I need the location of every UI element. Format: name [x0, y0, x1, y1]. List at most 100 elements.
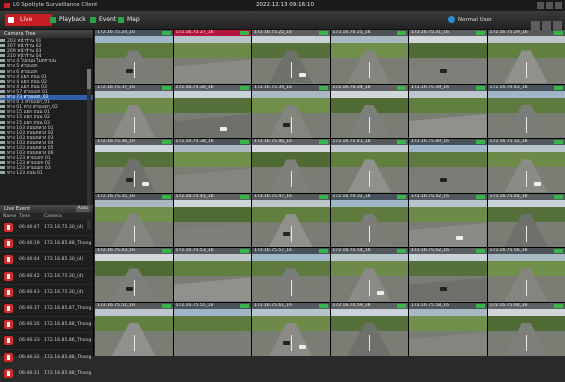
event-row[interactable]: 06:46:44172.16.85.30_(4)	[0, 252, 93, 268]
status-icon	[397, 86, 406, 90]
playback-icon	[50, 17, 56, 23]
event-camera: 172.16.85.88_Thong	[44, 236, 91, 251]
camera-caption: 172.16.75.30_16	[174, 85, 252, 91]
maximize-button[interactable]	[546, 2, 553, 9]
camera-tile[interactable]: 172.16.75.41_16	[331, 139, 409, 193]
camera-tile[interactable]: 172.16.70.59_16	[331, 303, 409, 357]
camera-tile[interactable]: 172.16.70.32_16	[331, 194, 409, 248]
user-menu[interactable]: Normal User	[448, 15, 492, 25]
camera-tile[interactable]: 172.16.70.25_16	[331, 30, 409, 84]
camera-caption: 172.16.70.59_16	[331, 303, 409, 309]
event-row[interactable]: 06:46:32172.16.85.88_Thong	[0, 350, 93, 366]
camera-tile[interactable]: 172.16.75.32_16	[488, 139, 565, 193]
camera-caption: 172.16.75.34_16	[252, 85, 330, 91]
layout-button[interactable]	[531, 21, 540, 30]
event-row[interactable]: 06:46:43172.16.75.30_(4)	[0, 285, 93, 301]
event-row[interactable]: 06:46:47172.16.75.30_(4)	[0, 220, 93, 236]
status-icon	[162, 31, 171, 35]
vehicle	[377, 291, 384, 295]
scene-vegetation	[174, 207, 252, 222]
camera-tile[interactable]: 172.16.75.51_16	[95, 303, 173, 357]
event-row[interactable]: 06:46:33172.16.85.86_Thong	[0, 333, 93, 349]
camera-tile[interactable]: 172.16.75.47_16	[252, 194, 330, 248]
user-label: Normal User	[458, 17, 492, 23]
camera-tile[interactable]: 172.16.75.39_16	[409, 85, 487, 139]
camera-tile[interactable]: 172.16.75.40_16	[409, 139, 487, 193]
camera-tile[interactable]: 172.16.75.34_16	[252, 85, 330, 139]
camera-icon	[0, 100, 5, 103]
camera-tile[interactable]: 172.16.75.46_16	[252, 139, 330, 193]
event-row[interactable]: 06:46:35172.16.85.88_Thong	[0, 317, 93, 333]
event-row[interactable]: 06:46:31172.16.85.88_Thong	[0, 366, 93, 382]
lane-marking	[369, 117, 370, 133]
app-logo-icon	[4, 3, 10, 8]
event-row[interactable]: 06:46:42172.16.75.30_(4)	[0, 269, 93, 285]
camera-icon	[0, 131, 5, 134]
camera-tile[interactable]: 172.16.75.52_16	[409, 248, 487, 302]
settings-button[interactable]	[542, 21, 551, 30]
camera-tile[interactable]: 172.16.75.42_16	[409, 194, 487, 248]
event-camera: 172.16.85.30_(4)	[44, 252, 84, 267]
tab-live[interactable]: Live	[5, 14, 52, 26]
vehicle	[283, 341, 290, 345]
alert-icon	[4, 336, 13, 345]
tree-item-camera[interactable]: ทาง 123 ถนน 01	[0, 171, 93, 176]
lane-marking	[134, 226, 135, 242]
lane-marking	[291, 335, 292, 351]
camera-tile[interactable]: 172.16.75.60_16	[488, 303, 565, 357]
camera-tile[interactable]: 172.16.75.24_16	[95, 30, 173, 84]
close-button[interactable]	[555, 2, 562, 9]
camera-tile[interactable]: 172.16.75.44_16	[488, 194, 565, 248]
camera-tile[interactable]: 172.16.75.57_16	[252, 248, 330, 302]
minimize-button[interactable]	[537, 2, 544, 9]
alert-icon	[4, 272, 13, 281]
camera-tile[interactable]: 172.16.70.34_16	[331, 85, 409, 139]
camera-label: 172.16.75.44_16	[490, 194, 528, 199]
scene-road	[174, 59, 252, 83]
camera-tile[interactable]: 172.16.70.43_16	[488, 85, 565, 139]
auto-button[interactable]: Auto	[76, 206, 90, 212]
camera-label: 172.16.75.24_16	[97, 30, 135, 35]
tab-event[interactable]: Event	[90, 14, 116, 26]
lane-marking	[134, 335, 135, 351]
lane-marking	[526, 226, 527, 242]
camera-icon	[0, 126, 5, 129]
camera-tile[interactable]: 172.16.75.58_16	[409, 303, 487, 357]
camera-tile[interactable]: 172.16.75.29_16	[488, 30, 565, 84]
camera-tile[interactable]: 172.16.75.54_16	[331, 248, 409, 302]
camera-label: 172.16.75.57_16	[254, 248, 292, 253]
camera-label: 172.16.75.36_16	[97, 139, 135, 144]
camera-tile[interactable]: 172.16.75.43_16	[95, 248, 173, 302]
tab-map[interactable]: Map	[118, 14, 140, 26]
scene-vegetation	[174, 98, 252, 113]
camera-tile[interactable]: 172.16.75.27_16	[174, 30, 252, 84]
camera-icon	[0, 85, 5, 88]
fullscreen-button[interactable]	[553, 21, 562, 30]
camera-tile[interactable]: 172.16.75.35_16	[95, 194, 173, 248]
camera-tile[interactable]: 172.16.75.31_16	[409, 30, 487, 84]
event-row[interactable]: 06:46:19172.16.85.88_Thong	[0, 236, 93, 252]
camera-tile[interactable]: 172.16.75.38_16	[174, 139, 252, 193]
scene-vegetation	[409, 207, 487, 222]
event-row[interactable]: 06:46:37172.16.85.87_Thong	[0, 301, 93, 317]
camera-tile[interactable]: 172.16.75.55_16	[174, 303, 252, 357]
camera-tile[interactable]: 172.16.75.37_16	[95, 85, 173, 139]
camera-tile[interactable]: 172.16.75.61_16	[252, 303, 330, 357]
camera-tile[interactable]: 172.16.75.36_16	[95, 139, 173, 193]
camera-tile[interactable]: 172.16.75.25_16	[252, 30, 330, 84]
camera-tile[interactable]: 172.16.75.45_16	[174, 194, 252, 248]
lane-marking	[369, 226, 370, 242]
scene-vegetation	[174, 261, 252, 276]
camera-tile[interactable]: 172.16.75.30_16	[174, 85, 252, 139]
camera-label: 172.16.75.27_16	[176, 30, 214, 35]
camera-caption: 172.16.75.29_16	[488, 30, 565, 36]
camera-tile[interactable]: 172.16.75.56_16	[488, 248, 565, 302]
vehicle	[534, 182, 541, 186]
camera-tile[interactable]: 172.16.75.53_16	[174, 248, 252, 302]
alert-icon	[4, 239, 13, 248]
status-icon	[319, 140, 328, 144]
scrollbar-thumb[interactable]	[87, 69, 91, 89]
tab-playback[interactable]: Playback	[50, 14, 86, 26]
camera-caption: 172.16.75.42_16	[409, 194, 487, 200]
lane-marking	[134, 117, 135, 133]
